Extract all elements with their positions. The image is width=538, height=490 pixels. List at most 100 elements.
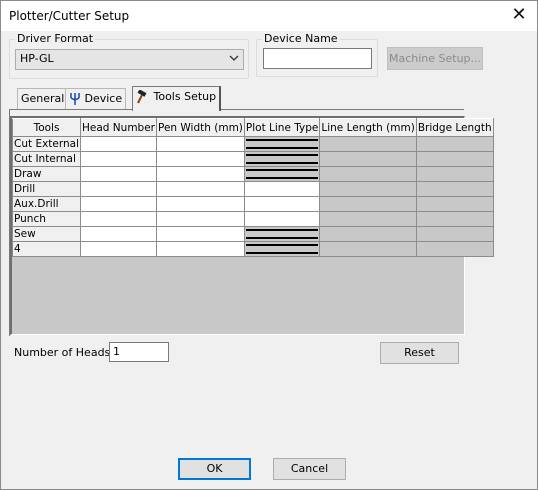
driver-format-label: Driver Format — [15, 32, 96, 45]
hammer-icon — [137, 89, 147, 104]
line-length-cell[interactable] — [319, 226, 417, 242]
column-header-tools[interactable]: Tools — [11, 118, 82, 137]
pen-width-cell[interactable] — [156, 181, 245, 197]
line-length-cell[interactable] — [319, 211, 417, 227]
bridge-length-cell[interactable] — [415, 211, 494, 227]
tool-name-cell[interactable]: 4 — [11, 241, 82, 257]
line-stroke — [245, 244, 319, 246]
table-row: Punch — [11, 211, 494, 227]
ok-button[interactable]: OK — [178, 458, 251, 480]
plot-line-type-cell[interactable] — [243, 181, 321, 197]
line-stroke — [245, 229, 319, 231]
column-header-head-number[interactable]: Head Number — [80, 118, 157, 137]
head-number-cell[interactable] — [80, 151, 157, 167]
plot-line-type-cell[interactable] — [243, 196, 321, 212]
line-stroke — [245, 154, 319, 156]
plot-line-type-cell[interactable] — [243, 241, 321, 257]
device-name-input[interactable] — [263, 48, 372, 69]
column-header-line-length[interactable]: Line Length (mm) — [319, 118, 417, 137]
line-type-swatch — [245, 243, 319, 256]
number-of-heads-value: 1 — [113, 345, 120, 358]
plot-line-type-cell[interactable] — [243, 151, 321, 167]
tool-name-cell[interactable]: Draw — [11, 166, 82, 182]
head-number-cell[interactable] — [80, 196, 157, 212]
table-header-row: Tools Head Number Pen Width (mm) Plot Li… — [11, 118, 494, 137]
machine-setup-label: Machine Setup... — [388, 52, 482, 65]
head-number-cell[interactable] — [80, 181, 157, 197]
bridge-length-cell[interactable] — [415, 226, 494, 242]
table-row: Sew — [11, 226, 494, 242]
line-type-swatch — [245, 228, 319, 241]
pen-width-cell[interactable] — [156, 136, 245, 152]
line-stroke — [245, 252, 319, 254]
tool-name-cell[interactable]: Cut External — [11, 136, 82, 152]
head-number-cell[interactable] — [80, 166, 157, 182]
cancel-button[interactable]: Cancel — [273, 458, 346, 480]
title-bar: Plotter/Cutter Setup ✕ — [1, 1, 537, 31]
line-stroke — [245, 177, 319, 179]
tab-tools-setup[interactable]: Tools Setup — [132, 86, 222, 111]
column-header-pen-width[interactable]: Pen Width (mm) — [156, 118, 245, 137]
line-length-cell[interactable] — [319, 151, 417, 167]
tab-device-label: Device — [84, 92, 123, 105]
reset-label: Reset — [404, 346, 435, 359]
chevron-down-icon — [229, 55, 239, 61]
trident-icon — [70, 93, 80, 105]
device-name-label: Device Name — [262, 32, 340, 45]
bridge-length-cell[interactable] — [415, 196, 494, 212]
table-row: Cut Internal — [11, 151, 494, 167]
bridge-length-cell[interactable] — [415, 241, 494, 257]
table-row: Cut External — [11, 136, 494, 152]
ok-label: OK — [206, 462, 223, 475]
pen-width-cell[interactable] — [156, 166, 245, 182]
number-of-heads-input[interactable]: 1 — [109, 342, 169, 362]
close-button[interactable]: ✕ — [505, 3, 533, 27]
line-length-cell[interactable] — [319, 196, 417, 212]
tab-tools-setup-label: Tools Setup — [153, 90, 217, 103]
bridge-length-cell[interactable] — [415, 166, 494, 182]
plot-line-type-cell[interactable] — [243, 226, 321, 242]
tool-name-cell[interactable]: Punch — [11, 211, 82, 227]
driver-format-select[interactable]: HP-GL — [15, 49, 244, 70]
column-header-plot-line-type[interactable]: Plot Line Type — [243, 118, 321, 137]
tools-table: Tools Head Number Pen Width (mm) Plot Li… — [11, 118, 494, 257]
line-stroke — [245, 139, 319, 141]
plot-line-type-cell[interactable] — [243, 136, 321, 152]
table-row: 4 — [11, 241, 494, 257]
pen-width-cell[interactable] — [156, 196, 245, 212]
pen-width-cell[interactable] — [156, 226, 245, 242]
plotter-cutter-setup-dialog: Plotter/Cutter Setup ✕ Driver Format HP-… — [0, 0, 538, 490]
line-stroke — [245, 169, 319, 171]
line-type-swatch — [245, 153, 319, 166]
tool-name-cell[interactable]: Sew — [11, 226, 82, 242]
tab-device[interactable]: Device — [65, 88, 127, 109]
reset-button[interactable]: Reset — [380, 342, 459, 364]
column-header-bridge-length[interactable]: Bridge Length — [415, 118, 494, 137]
plot-line-type-cell[interactable] — [243, 211, 321, 227]
head-number-cell[interactable] — [80, 226, 157, 242]
tool-name-cell[interactable]: Drill — [11, 181, 82, 197]
bridge-length-cell[interactable] — [415, 136, 494, 152]
pen-width-cell[interactable] — [156, 241, 245, 257]
pen-width-cell[interactable] — [156, 151, 245, 167]
number-of-heads-label: Number of Heads — [14, 346, 111, 359]
line-length-cell[interactable] — [319, 136, 417, 152]
plot-line-type-cell[interactable] — [243, 166, 321, 182]
line-length-cell[interactable] — [319, 241, 417, 257]
tab-general[interactable]: General — [17, 88, 69, 109]
head-number-cell[interactable] — [80, 211, 157, 227]
pen-width-cell[interactable] — [156, 211, 245, 227]
line-stroke — [245, 162, 319, 164]
table-row: Aux.Drill — [11, 196, 494, 212]
tool-name-cell[interactable]: Aux.Drill — [11, 196, 82, 212]
head-number-cell[interactable] — [80, 241, 157, 257]
head-number-cell[interactable] — [80, 136, 157, 152]
window-title: Plotter/Cutter Setup — [9, 9, 130, 23]
machine-setup-button[interactable]: Machine Setup... — [387, 47, 483, 70]
driver-format-value: HP-GL — [20, 52, 54, 65]
line-length-cell[interactable] — [319, 181, 417, 197]
bridge-length-cell[interactable] — [415, 181, 494, 197]
line-length-cell[interactable] — [319, 166, 417, 182]
bridge-length-cell[interactable] — [415, 151, 494, 167]
tool-name-cell[interactable]: Cut Internal — [11, 151, 82, 167]
